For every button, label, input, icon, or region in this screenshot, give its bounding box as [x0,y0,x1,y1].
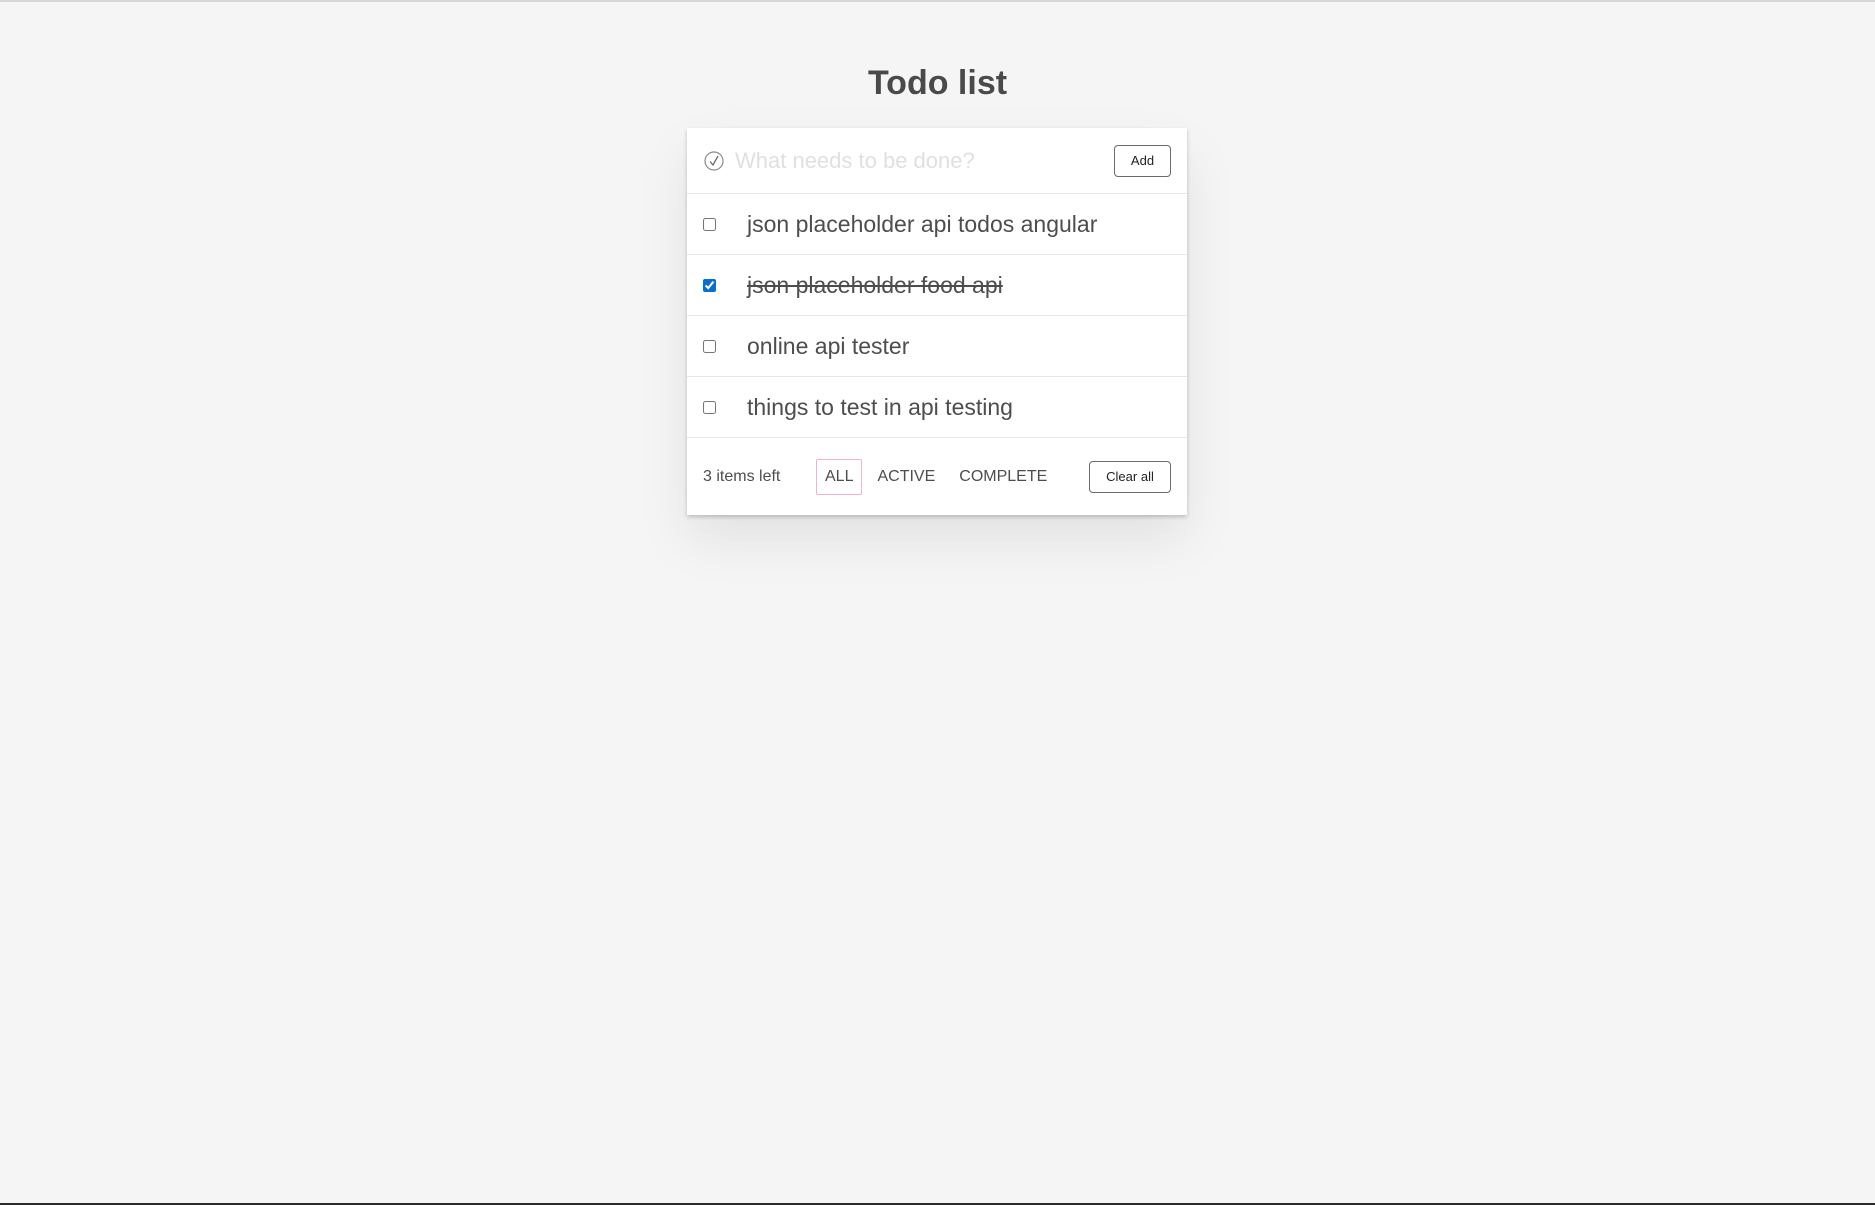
todo-checkbox[interactable] [703,217,716,231]
check-circle-icon [703,150,725,172]
todo-checkbox[interactable] [703,339,716,353]
new-todo-row: Add [687,128,1187,194]
todo-checkbox[interactable] [703,278,716,292]
todo-label[interactable]: online api tester [747,333,909,360]
todo-item: json placeholder food api [687,255,1187,316]
filter-all[interactable]: ALL [816,458,863,495]
filter-complete[interactable]: COMPLETE [950,459,1056,495]
clear-all-button[interactable]: Clear all [1089,460,1171,493]
todo-label[interactable]: things to test in api testing [747,394,1013,421]
items-left-count: 3 items left [703,467,781,485]
todo-item: things to test in api testing [687,377,1187,438]
todo-checkbox[interactable] [703,400,716,414]
filter-group: ALL ACTIVE COMPLETE [816,458,1089,495]
todo-item: online api tester [687,316,1187,377]
todo-label[interactable]: json placeholder food api [747,272,1003,299]
filter-active[interactable]: ACTIVE [868,459,944,495]
todo-item: json placeholder api todos angular [687,194,1187,255]
add-button[interactable]: Add [1114,144,1171,177]
top-border [0,0,1875,2]
page-title: Todo list [867,64,1008,102]
todo-footer: 3 items left ALL ACTIVE COMPLETE Clear a… [687,438,1187,515]
new-todo-input[interactable] [735,140,1114,181]
todo-label[interactable]: json placeholder api todos angular [747,211,1097,238]
todo-card: Add json placeholder api todos angular j… [687,128,1187,515]
